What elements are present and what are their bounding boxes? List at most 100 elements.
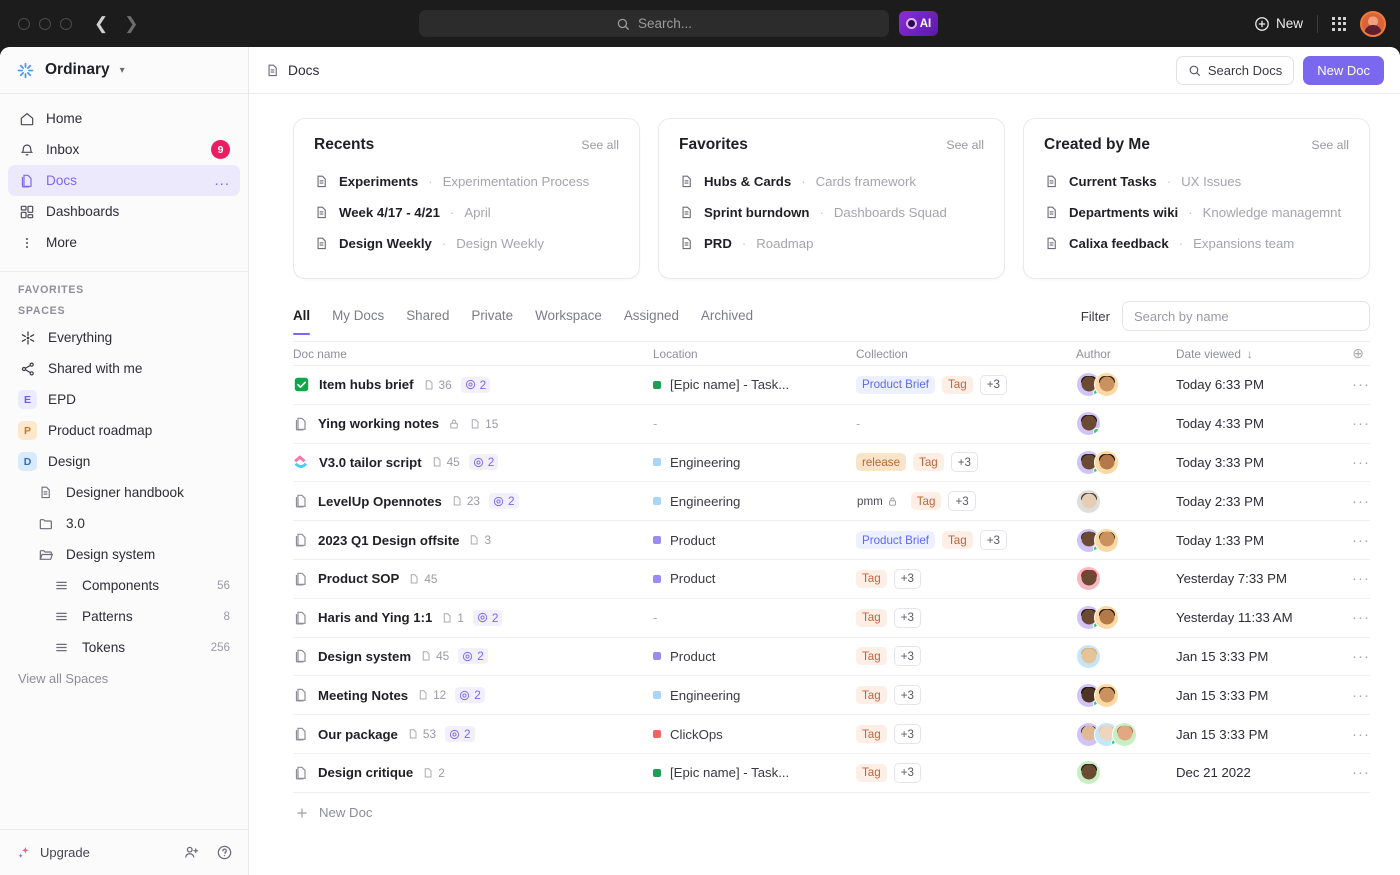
row-overflow-icon[interactable]: ··· [1322, 570, 1370, 587]
avatar[interactable] [1094, 605, 1119, 631]
collection-tag[interactable]: release [856, 453, 907, 472]
row-overflow-icon[interactable]: ··· [1322, 454, 1370, 471]
see-all-link[interactable]: See all [1311, 138, 1349, 152]
collection-tag-overflow[interactable]: +3 [893, 568, 921, 589]
location-cell[interactable]: Engineering [653, 688, 856, 703]
collection-cell[interactable]: release Tag +3 [856, 452, 1076, 473]
collection-cell[interactable]: Product Brief Tag +3 [856, 530, 1076, 551]
user-avatar[interactable] [1360, 10, 1386, 37]
forward-icon[interactable]: ❯ [124, 15, 138, 32]
help-icon[interactable] [216, 844, 233, 861]
doc-name-cell[interactable]: LevelUp Opennotes 23 2 [293, 493, 653, 510]
author-cell[interactable] [1076, 566, 1176, 592]
sidebar-item-designer-handbook[interactable]: Designer handbook [8, 477, 240, 508]
avatar[interactable] [1076, 488, 1101, 514]
doc-name-cell[interactable]: Meeting Notes 12 2 [293, 687, 653, 704]
table-row[interactable]: Product SOP 45 Product Tag +3 Yesterday … [293, 560, 1370, 599]
row-overflow-icon[interactable]: ··· [1322, 532, 1370, 549]
collection-tag[interactable]: Tag [910, 492, 942, 511]
collection-tag-overflow[interactable]: +3 [893, 762, 921, 783]
table-row[interactable]: Ying working notes 15 - - Today 4:33 PM … [293, 405, 1370, 444]
search-docs-button[interactable]: Search Docs [1175, 55, 1295, 85]
table-row[interactable]: Haris and Ying 1:1 1 2 - Tag +3 Yesterda… [293, 599, 1370, 638]
collection-tag[interactable]: Tag [942, 375, 973, 394]
table-row[interactable]: 2023 Q1 Design offsite 3 Product Product… [293, 521, 1370, 560]
new-button[interactable]: New [1254, 16, 1303, 32]
author-cell[interactable] [1076, 411, 1176, 437]
collection-cell[interactable]: Tag +3 [856, 685, 1076, 706]
tab-shared[interactable]: Shared [406, 308, 449, 334]
row-overflow-icon[interactable]: ··· [1322, 376, 1370, 393]
column-author[interactable]: Author [1076, 347, 1176, 361]
location-cell[interactable]: [Epic name] - Task... [653, 377, 856, 392]
row-overflow-icon[interactable]: ··· [1322, 687, 1370, 704]
card-item[interactable]: Sprint burndown · Dashboards Squad [679, 197, 984, 228]
collection-tag-overflow[interactable]: +3 [979, 530, 1007, 551]
location-cell[interactable]: - [653, 416, 856, 431]
table-row[interactable]: Design system 45 2 Product Tag +3 Jan 15… [293, 638, 1370, 677]
column-date-viewed[interactable]: Date viewed ↓ [1176, 347, 1316, 361]
collection-tag[interactable]: Tag [856, 763, 887, 782]
breadcrumb[interactable]: Docs [265, 63, 319, 78]
view-all-spaces-link[interactable]: View all Spaces [0, 663, 248, 686]
author-cell[interactable] [1076, 643, 1176, 669]
column-collection[interactable]: Collection [856, 347, 1076, 361]
card-item[interactable]: Design Weekly · Design Weekly [314, 228, 619, 259]
avatar[interactable] [1112, 721, 1137, 747]
invite-user-icon[interactable] [183, 844, 200, 861]
collection-tag[interactable]: Tag [913, 453, 944, 472]
doc-name-cell[interactable]: Product SOP 45 [293, 571, 653, 587]
author-cell[interactable] [1076, 605, 1176, 631]
sidebar-item-epd[interactable]: E EPD [8, 384, 240, 415]
sidebar-item-components[interactable]: Components 56 [8, 570, 240, 601]
sidebar-item-3-0[interactable]: 3.0 [8, 508, 240, 539]
back-icon[interactable]: ❮ [94, 15, 108, 32]
global-search-input[interactable]: Search... [419, 10, 889, 37]
avatar[interactable] [1094, 449, 1119, 475]
collection-tag[interactable]: Tag [856, 569, 887, 588]
doc-name-cell[interactable]: Design system 45 2 [293, 648, 653, 665]
card-item[interactable]: Departments wiki · Knowledge managemnt [1044, 197, 1349, 228]
checkbox-checked-icon[interactable] [293, 376, 310, 393]
sidebar-item-everything[interactable]: Everything [8, 322, 240, 353]
row-overflow-icon[interactable]: ··· [1322, 493, 1370, 510]
tab-private[interactable]: Private [471, 308, 513, 334]
column-location[interactable]: Location [653, 347, 856, 361]
collection-tag[interactable]: Tag [856, 647, 887, 666]
doc-name-cell[interactable]: Our package 53 2 [293, 726, 653, 743]
collection-tag[interactable]: Tag [942, 531, 973, 550]
sidebar-item-product-roadmap[interactable]: P Product roadmap [8, 415, 240, 446]
location-cell[interactable]: [Epic name] - Task... [653, 765, 856, 780]
card-item[interactable]: PRD · Roadmap [679, 228, 984, 259]
maximize-window-button[interactable] [60, 17, 72, 30]
tab-workspace[interactable]: Workspace [535, 308, 602, 334]
author-cell[interactable] [1076, 372, 1176, 398]
filter-label[interactable]: Filter [1081, 309, 1110, 324]
see-all-link[interactable]: See all [581, 138, 619, 152]
see-all-link[interactable]: See all [946, 138, 984, 152]
location-cell[interactable]: Engineering [653, 455, 856, 470]
doc-name-cell[interactable]: Item hubs brief 36 2 [293, 376, 653, 393]
window-controls[interactable] [18, 17, 72, 30]
row-overflow-icon[interactable]: ··· [1322, 415, 1370, 432]
column-doc-name[interactable]: Doc name [293, 347, 653, 361]
collection-cell[interactable]: Tag +3 [856, 607, 1076, 628]
sidebar-item-dashboards[interactable]: Dashboards [8, 196, 240, 227]
minimize-window-button[interactable] [39, 17, 51, 30]
card-item[interactable]: Calixa feedback · Expansions team [1044, 228, 1349, 259]
sidebar-item-design-system[interactable]: Design system [8, 539, 240, 570]
table-row[interactable]: V3.0 tailor script 45 2 Engineering rele… [293, 444, 1370, 483]
collection-cell[interactable]: Tag +3 [856, 568, 1076, 589]
collection-tag[interactable]: Tag [856, 608, 887, 627]
new-doc-row[interactable]: New Doc [293, 793, 1370, 833]
avatar[interactable] [1094, 527, 1119, 553]
location-cell[interactable]: Product [653, 533, 856, 548]
collection-cell[interactable]: Tag +3 [856, 646, 1076, 667]
sidebar-item-home[interactable]: Home [8, 103, 240, 134]
ai-button[interactable]: AI [899, 11, 938, 36]
author-cell[interactable] [1076, 488, 1176, 514]
new-doc-button[interactable]: New Doc [1303, 55, 1384, 85]
collection-tag[interactable]: Product Brief [856, 531, 936, 550]
author-cell[interactable] [1076, 682, 1176, 708]
avatar[interactable] [1076, 411, 1101, 437]
